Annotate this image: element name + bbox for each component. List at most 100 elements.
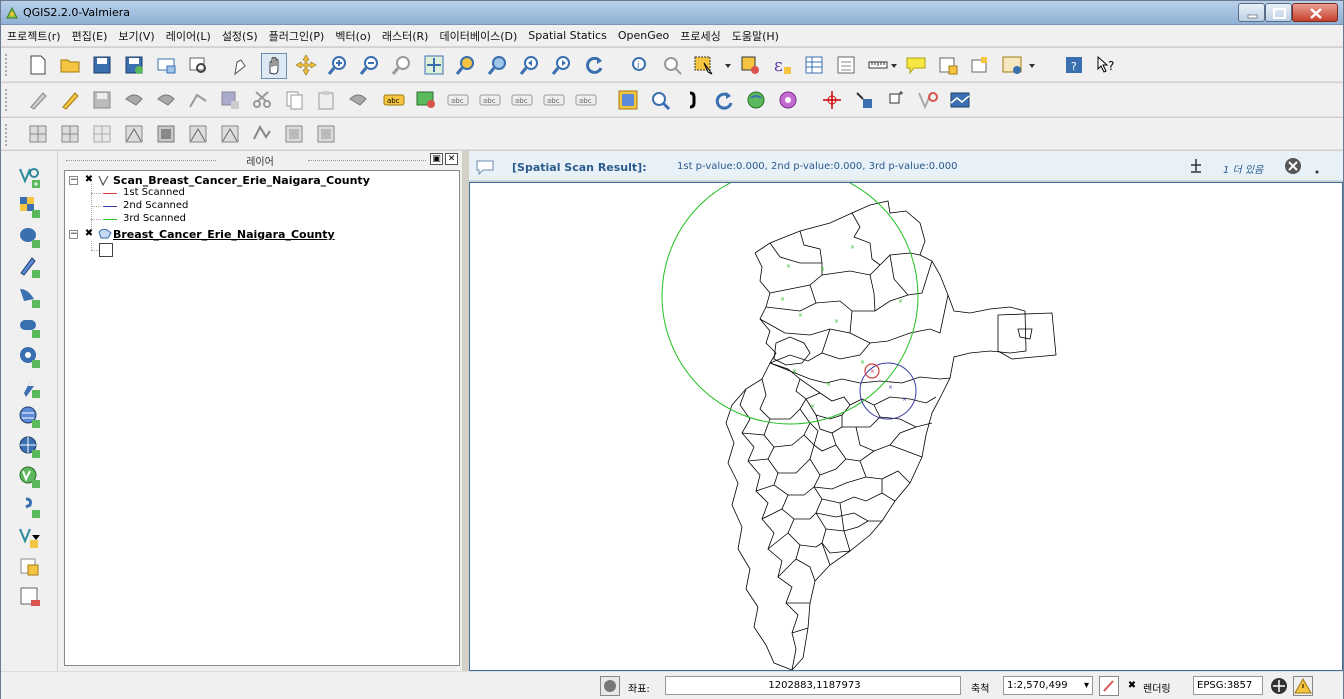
toolbar-grip[interactable] [5, 124, 9, 146]
remove-layer-icon[interactable] [18, 585, 42, 609]
zoom-last-icon[interactable] [519, 54, 541, 76]
save-as-icon[interactable] [123, 54, 145, 76]
add-virtual-layer-icon[interactable] [18, 555, 42, 579]
change-label-icon[interactable]: abc [575, 89, 597, 111]
messages-warning-icon[interactable] [1293, 676, 1313, 696]
new-bookmark-icon[interactable] [937, 54, 959, 76]
deselect-features-icon[interactable] [739, 54, 761, 76]
georeferencer-icon[interactable] [821, 89, 843, 111]
toggle-editing-icon[interactable] [59, 89, 81, 111]
minimize-button[interactable] [1238, 3, 1265, 22]
add-feature-icon[interactable] [123, 89, 145, 111]
add-raster-layer-icon[interactable] [18, 195, 42, 219]
menu-opengeo[interactable]: OpenGeo [618, 29, 669, 42]
whats-this-icon[interactable]: ? [1095, 54, 1117, 76]
add-wms-layer-icon[interactable] [18, 405, 42, 429]
zoom-full-icon[interactable] [423, 54, 445, 76]
menu-layer[interactable]: 레이어(L) [166, 28, 211, 44]
menu-database[interactable]: 데이터베이스(D) [439, 28, 517, 44]
crs-button[interactable]: EPSG:3857 [1193, 676, 1263, 695]
python-console-icon[interactable] [681, 89, 703, 111]
statistical-summary-icon[interactable] [835, 54, 857, 76]
crs-globe-icon[interactable] [1269, 676, 1289, 696]
cut-features-icon[interactable] [251, 89, 273, 111]
spatial-scan-plugin-icon[interactable] [617, 89, 639, 111]
menu-spatial-statics[interactable]: Spatial Statics [528, 29, 607, 42]
menu-plugins[interactable]: 플러그인(P) [269, 28, 325, 44]
vector-plugin-icon[interactable] [917, 89, 939, 111]
add-wcs-layer-icon[interactable] [18, 435, 42, 459]
layer-tool-8-icon[interactable] [251, 123, 273, 145]
highlight-pinned-labels-icon[interactable]: abc [447, 89, 469, 111]
float-panel-button[interactable]: ▣ [430, 153, 443, 165]
open-attribute-table-icon[interactable] [803, 54, 825, 76]
add-oracle-layer-icon[interactable] [18, 315, 42, 339]
layer-tool-2-icon[interactable] [59, 123, 81, 145]
collapse-toggle[interactable]: − [69, 176, 78, 185]
close-panel-button[interactable]: ✕ [445, 153, 458, 165]
close-button[interactable] [1292, 3, 1338, 22]
select-features-icon[interactable] [693, 54, 715, 76]
add-spatialite-layer-icon[interactable] [18, 255, 42, 279]
paste-features-icon[interactable] [315, 89, 337, 111]
identify-features-icon[interactable]: i [629, 54, 651, 76]
collapse-toggle[interactable]: − [69, 230, 78, 239]
open-layer-plugin-icon[interactable] [949, 89, 971, 111]
menu-raster[interactable]: 래스터(R) [382, 28, 429, 44]
add-postgis-layer-icon[interactable] [18, 225, 42, 249]
map-canvas[interactable]: × × × × × × × × × × × × × × [469, 167, 1343, 671]
composer-manager-icon[interactable] [187, 54, 209, 76]
node-tool-icon[interactable] [187, 89, 209, 111]
copy-features-icon[interactable] [283, 89, 305, 111]
refresh-icon[interactable] [583, 54, 605, 76]
layer-tool-6-icon[interactable] [187, 123, 209, 145]
select-dropdown-icon[interactable] [723, 54, 733, 76]
run-feature-action-icon[interactable] [661, 54, 683, 76]
add-gpx-layer-icon[interactable] [18, 495, 42, 519]
zoom-next-icon[interactable] [551, 54, 573, 76]
pin-labels-icon[interactable] [415, 89, 437, 111]
coordinate-capture-icon[interactable] [885, 89, 907, 111]
render-toggle-icon[interactable] [600, 676, 620, 696]
save-layer-edits-icon[interactable] [91, 89, 113, 111]
map-tips-icon[interactable] [905, 54, 927, 76]
layer-tool-7-icon[interactable] [219, 123, 241, 145]
title-bar[interactable]: QGIS2.2.0-Valmiera [1, 1, 1343, 25]
pin-icon[interactable] [1189, 158, 1203, 174]
zoom-to-selection-icon[interactable] [455, 54, 477, 76]
menu-project[interactable]: 프로젝트(r) [7, 28, 61, 44]
add-wfs-layer-icon[interactable] [18, 465, 42, 489]
coordinate-field[interactable]: 1202883,1187973 [665, 676, 961, 695]
layer-tool-1-icon[interactable] [27, 123, 49, 145]
move-feature-icon[interactable] [155, 89, 177, 111]
zoom-native-resolution-icon[interactable] [391, 54, 413, 76]
zoom-out-icon[interactable] [359, 54, 381, 76]
gps-tools-icon[interactable] [853, 89, 875, 111]
touch-zoom-icon[interactable] [229, 54, 251, 76]
new-project-icon[interactable] [27, 54, 49, 76]
processing-toolbox-icon[interactable] [777, 89, 799, 111]
render-checkbox[interactable]: ✖ [1127, 681, 1137, 691]
move-label-icon[interactable]: abc [511, 89, 533, 111]
show-hide-labels-icon[interactable]: abc [479, 89, 501, 111]
layer-row-scan[interactable]: − ✖ Scan_Breast_Cancer_Erie_Naigara_Coun… [65, 174, 461, 187]
message-menu-icon[interactable] [1314, 169, 1320, 175]
show-bookmarks-icon[interactable] [969, 54, 991, 76]
menu-vector[interactable]: 벡터(o) [335, 28, 371, 44]
layer-row-breast-cancer[interactable]: − ✖ Breast_Cancer_Erie_Naigara_County [65, 228, 461, 241]
add-vector-layer-icon[interactable] [18, 165, 42, 189]
toolbar-grip[interactable] [5, 54, 9, 76]
annotation-dropdown-icon[interactable] [1027, 54, 1037, 76]
delete-selected-icon[interactable] [219, 89, 241, 111]
globe-plugin-icon[interactable] [745, 89, 767, 111]
pan-map-icon[interactable] [261, 53, 287, 79]
save-project-icon[interactable] [91, 54, 113, 76]
more-messages-label[interactable]: 1 더 있음 [1223, 161, 1263, 176]
layer-tool-3-icon[interactable] [91, 123, 113, 145]
rotate-plugin-icon[interactable] [713, 89, 735, 111]
add-mssql-layer-icon[interactable] [18, 285, 42, 309]
toolbar-grip[interactable] [5, 89, 9, 111]
open-project-icon[interactable] [59, 54, 81, 76]
layer-tool-5-icon[interactable] [155, 123, 177, 145]
menu-view[interactable]: 보기(V) [118, 28, 154, 44]
